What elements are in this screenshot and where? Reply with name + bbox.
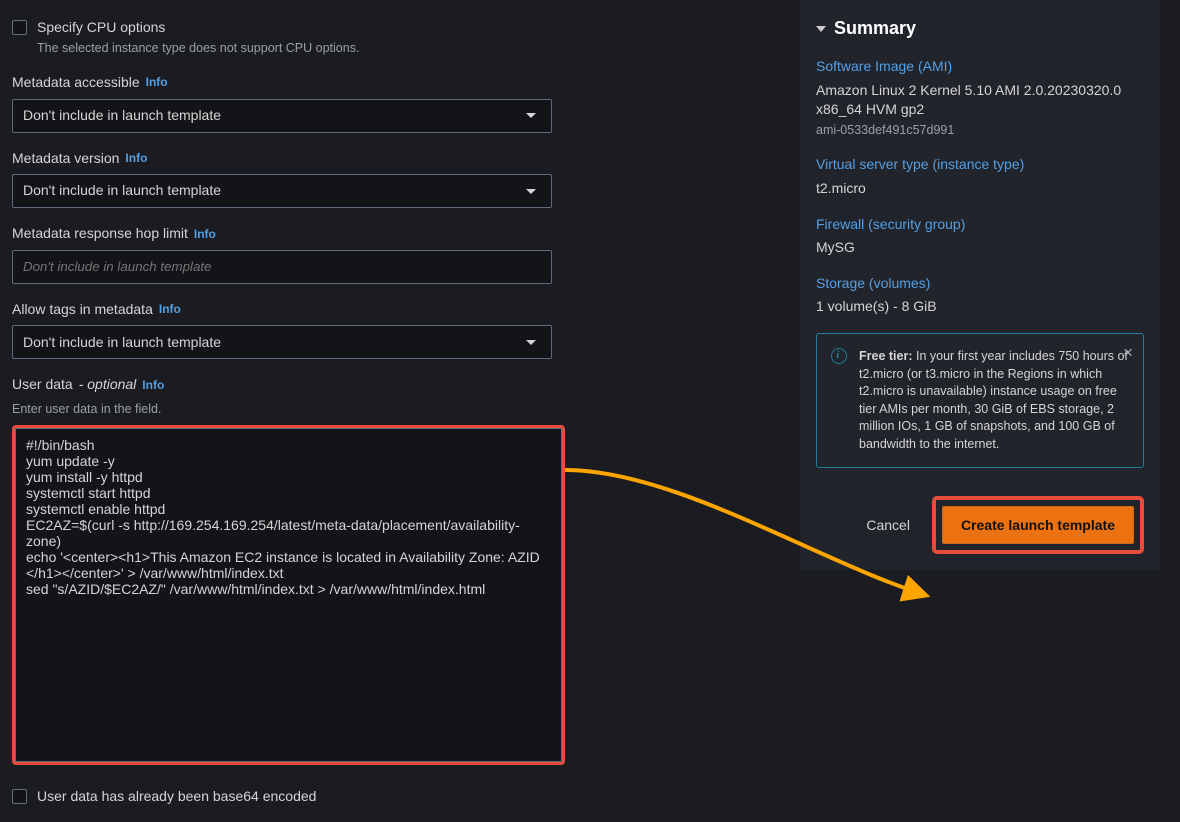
chevron-down-icon [521, 189, 541, 194]
create-launch-template-button[interactable]: Create launch template [942, 506, 1134, 544]
summary-title: Summary [834, 16, 916, 41]
metadata-version-select[interactable]: Don't include in launch template [12, 174, 552, 208]
optional-tag: - optional [79, 375, 137, 395]
instance-type-label: Virtual server type (instance type) [816, 155, 1144, 175]
chevron-down-icon [816, 26, 826, 32]
info-link[interactable]: Info [125, 150, 147, 167]
cpu-options-label: Specify CPU options [37, 19, 165, 35]
metadata-version-label: Metadata version [12, 149, 119, 169]
metadata-hop-input[interactable] [12, 250, 552, 284]
allow-tags-label: Allow tags in metadata [12, 300, 153, 320]
cancel-button[interactable]: Cancel [862, 509, 914, 541]
storage-label: Storage (volumes) [816, 274, 1144, 294]
user-data-helper: Enter user data in the field. [12, 401, 572, 419]
metadata-accessible-label: Metadata accessible [12, 73, 140, 93]
user-data-label: User data [12, 375, 73, 395]
ami-value-line1: Amazon Linux 2 Kernel 5.10 AMI 2.0.20230… [816, 81, 1144, 101]
user-data-textarea[interactable] [15, 428, 562, 762]
base64-checkbox[interactable]: User data has already been base64 encode… [12, 787, 572, 807]
cpu-options-helper: The selected instance type does not supp… [37, 40, 359, 58]
instance-type-value: t2.micro [816, 179, 1144, 199]
close-icon[interactable]: × [1123, 344, 1133, 361]
base64-label: User data has already been base64 encode… [37, 787, 316, 807]
sg-label: Firewall (security group) [816, 215, 1144, 235]
metadata-accessible-select[interactable]: Don't include in launch template [12, 99, 552, 133]
allow-tags-select[interactable]: Don't include in launch template [12, 325, 552, 359]
info-link[interactable]: Info [142, 377, 164, 394]
chevron-down-icon [521, 340, 541, 345]
info-link[interactable]: Info [146, 74, 168, 91]
checkbox-icon [12, 789, 27, 804]
checkbox-icon [12, 20, 27, 35]
storage-value: 1 volume(s) - 8 GiB [816, 297, 1144, 317]
ami-label: Software Image (AMI) [816, 57, 1144, 77]
specify-cpu-options[interactable]: Specify CPU options The selected instanc… [12, 18, 572, 57]
ami-value-line2: x86_64 HVM gp2 [816, 100, 1144, 120]
info-icon [831, 348, 847, 364]
chevron-down-icon [521, 113, 541, 118]
ami-id: ami-0533def491c57d991 [816, 122, 1144, 140]
info-link[interactable]: Info [194, 226, 216, 243]
sg-value: MySG [816, 238, 1144, 258]
info-link[interactable]: Info [159, 301, 181, 318]
free-tier-callout: × Free tier: In your first year includes… [816, 333, 1144, 468]
summary-header[interactable]: Summary [816, 16, 1144, 41]
metadata-hop-label: Metadata response hop limit [12, 224, 188, 244]
